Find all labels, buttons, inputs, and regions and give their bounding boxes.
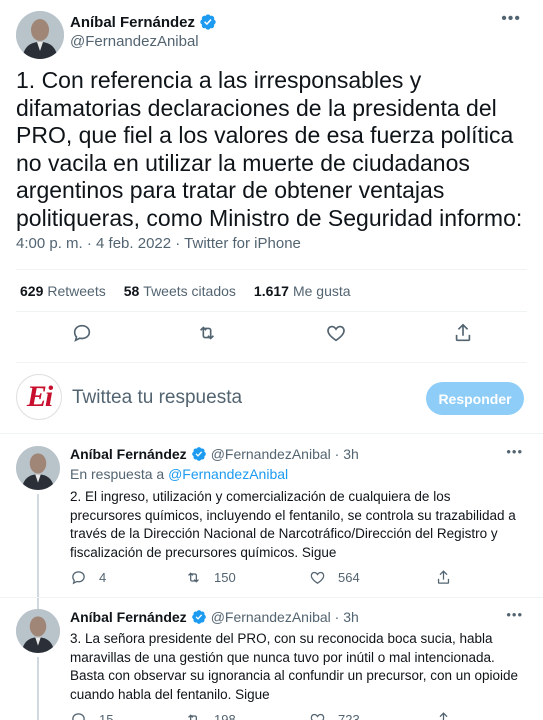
- reply-action[interactable]: 15: [70, 711, 113, 720]
- likes-count: 1.617: [253, 283, 289, 299]
- retweet-count: 150: [214, 570, 236, 585]
- share-action[interactable]: [435, 711, 452, 720]
- retweets-stat[interactable]: 629 Retweets: [20, 283, 106, 299]
- reply-icon[interactable]: [71, 322, 95, 346]
- tweet-actions: 4 150 564: [70, 569, 490, 589]
- like-count: 564: [338, 570, 360, 585]
- share-icon: [439, 712, 448, 720]
- quotes-stat[interactable]: 58 Tweets citados: [124, 283, 236, 299]
- like-count: 723: [338, 712, 360, 720]
- reply-input[interactable]: Twittea tu respuesta: [72, 387, 242, 409]
- divider: [16, 269, 527, 270]
- verified-badge-icon: [191, 447, 206, 461]
- author-handle[interactable]: @FernandezAnibal · 3h: [211, 446, 359, 462]
- retweet-action[interactable]: 198: [185, 711, 236, 720]
- thread-line: [37, 494, 39, 604]
- retweet-action[interactable]: 150: [185, 569, 236, 586]
- retweet-icon: [188, 714, 197, 720]
- tweet-header: Aníbal Fernández @FernandezAnibal · 3h: [70, 609, 359, 625]
- share-icon[interactable]: [452, 322, 476, 346]
- reply-count: 4: [99, 570, 107, 585]
- author-avatar[interactable]: [16, 446, 60, 490]
- tweet-text: 2. El ingreso, utilización y comercializ…: [70, 489, 516, 560]
- author-name[interactable]: Aníbal Fernández: [70, 609, 187, 625]
- retweet-count: 198: [214, 712, 236, 720]
- reply-action[interactable]: 4: [70, 569, 106, 586]
- like-icon: [310, 571, 325, 584]
- author-avatar[interactable]: [16, 609, 60, 653]
- thread-tweet[interactable]: Aníbal Fernández @FernandezAnibal · 3h •…: [0, 434, 543, 604]
- author-handle[interactable]: @FernandezAnibal · 3h: [211, 609, 359, 625]
- author-handle[interactable]: @FernandezAnibal: [70, 33, 199, 50]
- divider: [0, 597, 543, 598]
- author-name[interactable]: Aníbal Fernández: [70, 13, 217, 31]
- more-options-icon[interactable]: •••: [501, 10, 521, 28]
- tweet-actions: [0, 322, 543, 350]
- retweet-icon: [188, 572, 199, 583]
- reply-icon: [72, 571, 85, 585]
- author-name[interactable]: Aníbal Fernández: [70, 446, 187, 462]
- author-name-text[interactable]: Aníbal Fernández: [70, 14, 195, 31]
- divider: [16, 311, 527, 312]
- reply-to-prefix: En respuesta a: [70, 466, 165, 482]
- reply-to-handle[interactable]: @FernandezAnibal: [168, 466, 288, 482]
- tweet-actions: 15 198 723: [70, 711, 490, 720]
- reply-button[interactable]: Responder: [426, 382, 524, 415]
- retweets-label: Retweets: [47, 283, 106, 299]
- more-options-icon[interactable]: •••: [506, 444, 523, 459]
- thread-line: [37, 597, 39, 609]
- share-action[interactable]: [435, 569, 452, 586]
- more-options-icon[interactable]: •••: [506, 607, 523, 622]
- tweet-header: Aníbal Fernández @FernandezAnibal · 3h: [70, 446, 359, 462]
- tweet-text: 3. La señora presidente del PRO, con su …: [70, 631, 519, 702]
- reply-count: 15: [99, 712, 114, 720]
- likes-label: Me gusta: [292, 283, 351, 299]
- reply-to-line: En respuesta a @FernandezAnibal: [70, 466, 288, 482]
- thread-tweet[interactable]: Aníbal Fernández @FernandezAnibal · 3h •…: [0, 597, 543, 720]
- user-avatar-text: Ei: [26, 380, 53, 413]
- reply-composer: Ei Twittea tu respuesta Responder: [0, 362, 543, 432]
- verified-badge-icon: [200, 14, 216, 30]
- retweets-count: 629: [20, 283, 44, 299]
- share-icon: [437, 570, 450, 584]
- user-avatar[interactable]: Ei: [16, 374, 62, 420]
- like-action[interactable]: 723: [309, 711, 360, 720]
- thread-line: [37, 657, 39, 720]
- like-icon: [310, 713, 325, 720]
- retweet-icon[interactable]: [196, 322, 220, 346]
- quotes-count: 58: [123, 283, 140, 299]
- tweet-stats: 629 Retweets 58 Tweets citados 1.617 Me gus…: [20, 283, 351, 299]
- verified-badge-icon: [191, 610, 206, 624]
- tweet-text: 1. Con referencia a las irresponsables y…: [16, 67, 523, 231]
- likes-stat[interactable]: 1.617 Me gusta: [254, 283, 351, 299]
- reply-icon: [72, 713, 85, 720]
- quotes-label: Tweets citados: [143, 283, 236, 299]
- tweet-timestamp[interactable]: 4:00 p. m. · 4 feb. 2022 · Twitter for i…: [16, 235, 301, 252]
- author-avatar[interactable]: [16, 11, 64, 59]
- like-icon[interactable]: [325, 322, 349, 346]
- like-action[interactable]: 564: [309, 569, 360, 586]
